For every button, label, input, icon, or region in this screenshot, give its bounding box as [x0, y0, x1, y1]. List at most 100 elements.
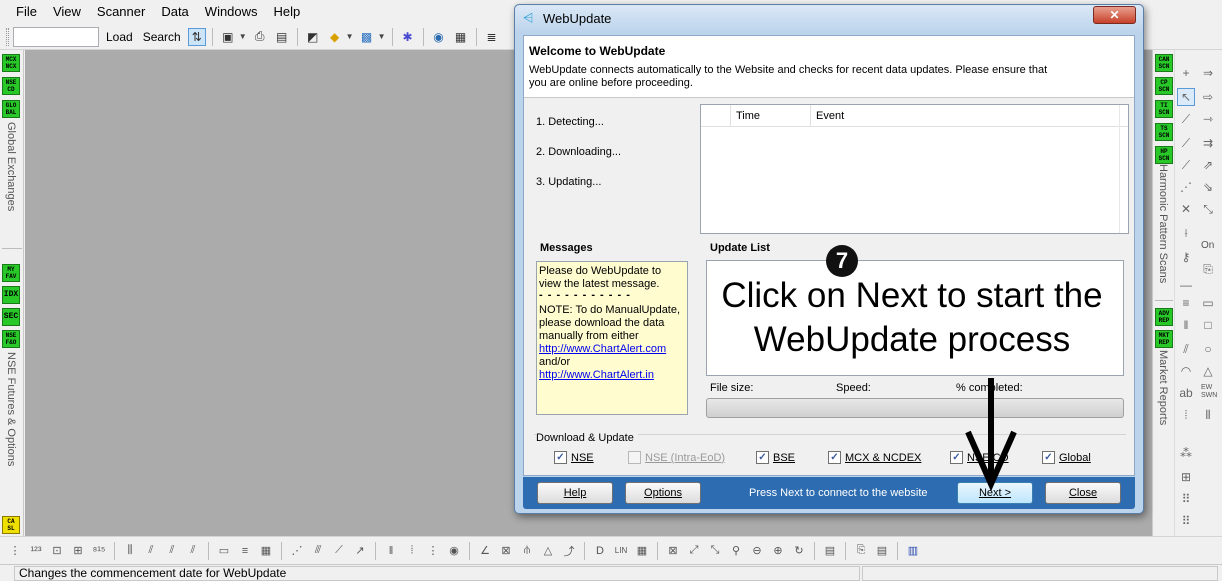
chevron-down-icon[interactable]: ▼	[378, 32, 386, 41]
arc-icon[interactable]: ◠	[1177, 362, 1195, 380]
dialog-titlebar[interactable]: ⩤ WebUpdate ✕	[515, 5, 1143, 33]
gann-icon[interactable]: ⟋	[330, 542, 348, 560]
annotate-icon[interactable]: ⎘	[1199, 260, 1217, 278]
candlestick-scan-badge[interactable]: CAN SCN	[1155, 54, 1173, 72]
cycles-icon[interactable]: ⋮	[424, 542, 442, 560]
box-icon[interactable]: ⊠	[497, 542, 515, 560]
parallel-lines-icon[interactable]: ≡	[1177, 294, 1195, 312]
market-report-badge[interactable]: MKT REP	[1155, 330, 1173, 348]
numbering-icon[interactable]: ¹²³	[27, 542, 45, 560]
chevron-down-icon[interactable]: ▼	[346, 32, 354, 41]
copy-icon[interactable]: ⎘	[852, 542, 870, 560]
fan-icon[interactable]: ⋰	[1177, 178, 1195, 196]
arrow-down-icon[interactable]: ⇘	[1199, 178, 1217, 196]
vertical-line-icon[interactable]: ⟊	[1177, 224, 1195, 242]
menu-windows[interactable]: Windows	[197, 0, 266, 24]
chartalert-in-link[interactable]: http://www.ChartAlert.in	[539, 369, 654, 381]
d-icon[interactable]: D	[591, 542, 609, 560]
checkbox-nse-box[interactable]: ✓	[554, 451, 567, 464]
chart-pointer-icon[interactable]: ⇅	[187, 27, 206, 46]
help-button[interactable]: Help	[537, 482, 613, 504]
columns-icon[interactable]: ‖	[382, 542, 400, 560]
column-event[interactable]: Event	[811, 105, 1119, 127]
horizontal-line-icon[interactable]: —	[1177, 276, 1195, 294]
save-icon[interactable]: ▣	[219, 28, 237, 46]
menu-data[interactable]: Data	[153, 0, 196, 24]
arrow-up-icon[interactable]: ⇗	[1199, 156, 1217, 174]
checkbox-mcx-ncdex[interactable]: ✓ MCX & NCDEX	[828, 451, 921, 464]
fib-icon[interactable]: ⫽	[1177, 340, 1195, 358]
zoom-out-icon[interactable]: ⊖	[748, 542, 766, 560]
chart-pattern-scan-badge[interactable]: CP SCN	[1155, 77, 1173, 95]
symbol-search-input[interactable]	[13, 26, 99, 47]
elliott-wave-label[interactable]: EW SWN	[1201, 384, 1222, 400]
levels-icon[interactable]: ⦙	[1177, 406, 1195, 424]
text-box-icon[interactable]: ▭	[215, 542, 233, 560]
collapse-icon[interactable]: ⤡	[706, 542, 724, 560]
calendar-icon[interactable]: ▦	[257, 542, 275, 560]
toolbar-grip[interactable]	[6, 27, 9, 46]
checkbox-mcx-ncdex-box[interactable]: ✓	[828, 451, 841, 464]
column-time[interactable]: Time	[731, 105, 811, 127]
diagonal-icon[interactable]: ⤡	[1199, 200, 1217, 218]
menu-scanner[interactable]: Scanner	[89, 0, 153, 24]
cross-line-icon[interactable]: ✕	[1177, 200, 1195, 218]
advance-report-badge[interactable]: ADV REP	[1155, 308, 1173, 326]
ray-icon[interactable]: ↗	[351, 542, 369, 560]
print-preview-icon[interactable]: ▤	[273, 28, 291, 46]
line-sl2-icon[interactable]: ⟋	[1177, 156, 1195, 174]
messages-box[interactable]: Please do WebUpdate to view the latest m…	[536, 261, 688, 415]
refresh-icon[interactable]: ↻	[790, 542, 808, 560]
idx-badge[interactable]: IDX	[2, 286, 20, 304]
grid-icon[interactable]: ▦	[633, 542, 651, 560]
close-button[interactable]: Close	[1045, 482, 1121, 504]
bar-chart-icon[interactable]: ⫼	[121, 542, 139, 560]
lines-icon[interactable]: ≡	[236, 542, 254, 560]
ellipse-icon[interactable]: ○	[1199, 340, 1217, 358]
hatch2-icon[interactable]: ⫽	[163, 542, 181, 560]
indicator-icon[interactable]: ◩	[304, 28, 322, 46]
chevron-down-icon[interactable]: ▼	[239, 32, 247, 41]
crosshair-icon[interactable]: +	[1177, 64, 1195, 82]
load-button[interactable]: Load	[103, 30, 136, 44]
table-icon[interactable]: ⊞	[1177, 468, 1195, 486]
harmonic-pattern-scans-label[interactable]: Harmonic Pattern Scans	[1157, 164, 1169, 283]
dots-grid-icon[interactable]: ⠿	[1177, 490, 1195, 508]
chart-type-icon[interactable]: ⊞	[69, 542, 87, 560]
extend-right-icon[interactable]: ⇨	[1199, 88, 1217, 106]
sec-badge[interactable]: SEC	[2, 308, 20, 326]
nse-fo-badge[interactable]: NSE F&O	[2, 330, 20, 348]
triangle-icon[interactable]: △	[1199, 362, 1217, 380]
dots-grid-2-icon[interactable]: ⠿	[1177, 512, 1195, 530]
lin-icon[interactable]: LIN	[612, 542, 630, 560]
fan-tool-icon[interactable]: ⋰	[288, 542, 306, 560]
checkbox-bse[interactable]: ✓ BSE	[756, 451, 795, 464]
abc-icon[interactable]: ⤴	[560, 542, 578, 560]
pointer-icon[interactable]: ↖	[1177, 88, 1195, 106]
key-icon[interactable]: ⚷	[1177, 248, 1195, 266]
checkbox-global[interactable]: ✓ Global	[1042, 451, 1091, 464]
mark-icon[interactable]: ▩	[358, 28, 376, 46]
checkbox-nse[interactable]: ✓ NSE	[554, 451, 594, 464]
settings-gear-icon[interactable]: ✱	[399, 28, 417, 46]
chartalert-com-link[interactable]: http://www.ChartAlert.com	[539, 343, 666, 355]
window-icon[interactable]: ▦	[452, 28, 470, 46]
dialog-close-button[interactable]: ✕	[1093, 6, 1136, 24]
harmonic-pattern-scan-badge[interactable]: HP SCN	[1155, 146, 1173, 164]
zoom-box-icon[interactable]: ⊠	[664, 542, 682, 560]
hatch3-icon[interactable]: ⫽	[184, 542, 202, 560]
arrow-rr-icon[interactable]: ⇉	[1199, 134, 1217, 152]
hatch-icon[interactable]: ⫽	[142, 542, 160, 560]
notes-icon[interactable]: ≣	[483, 28, 501, 46]
numbers-icon[interactable]: ⁸¹⁵	[90, 542, 108, 560]
triangle-tool-icon[interactable]: △	[539, 542, 557, 560]
global-exchanges-label[interactable]: Global Exchanges	[5, 122, 17, 211]
bars-icon[interactable]: ‖	[1177, 316, 1195, 334]
options-button[interactable]: Options	[625, 482, 701, 504]
ca-sl-badge[interactable]: CA SL	[2, 516, 20, 534]
web-update-icon[interactable]: ◉	[430, 28, 448, 46]
grid-lines-icon[interactable]: ⦀	[1199, 406, 1217, 424]
vertical-lines-icon[interactable]: ⦙	[403, 542, 421, 560]
menu-help[interactable]: Help	[266, 0, 309, 24]
event-list-scrollbar[interactable]	[1119, 105, 1128, 233]
